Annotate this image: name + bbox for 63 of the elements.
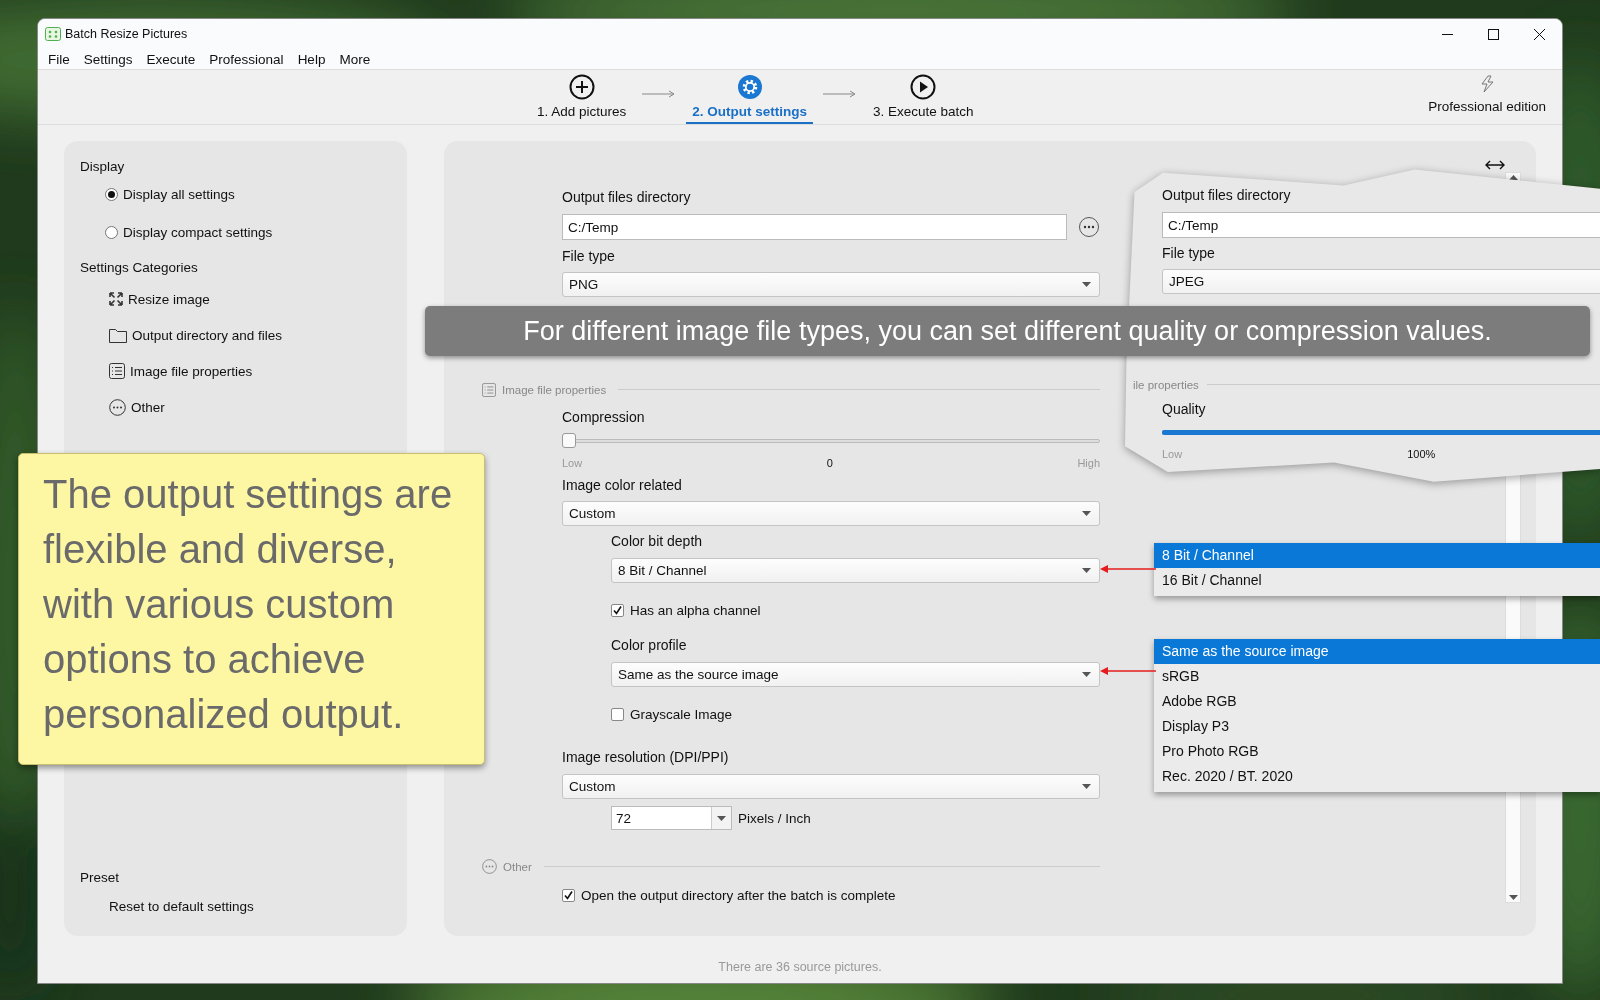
menu-item[interactable]: Professional (202, 51, 291, 67)
field-label: Output files directory (1162, 187, 1292, 204)
dropdown[interactable]: 8 Bit / Channel (611, 558, 1100, 583)
checkbox-label: Open the output directory after the batch is complete (581, 888, 896, 903)
step-tab[interactable]: 3. Execute batch (867, 74, 980, 124)
field-label: Image color related (562, 477, 683, 494)
step-tab[interactable]: 2. Output settings (686, 74, 814, 124)
checkbox-label: Grayscale Image (630, 707, 733, 722)
list-option[interactable]: 8 Bit / Channel (1154, 543, 1600, 568)
slider-value: 100% (1407, 447, 1436, 461)
field-label: File type (562, 248, 616, 265)
radio-option[interactable]: Display all settings (105, 184, 391, 204)
menu-item[interactable]: More (332, 51, 378, 67)
list-option[interactable]: Rec. 2020 / BT. 2020 (1154, 764, 1600, 789)
window-title: Batch Resize Pictures (65, 27, 188, 41)
input-field[interactable]: C:/Temp (562, 214, 1067, 240)
section-title: Settings Categories (80, 259, 199, 276)
slider-value: 0 (826, 456, 833, 470)
scale-label: Low (562, 456, 583, 470)
field-label: Quality (1162, 401, 1207, 418)
field-label: Color bit depth (611, 533, 704, 550)
edition-button[interactable]: Professional edition (1428, 75, 1546, 114)
banner-text: For different image file types, you can set different quality or compression values. (523, 315, 1492, 347)
menu-item[interactable]: Settings (76, 51, 140, 67)
list-option[interactable]: Display P3 (1154, 714, 1600, 739)
menu-item[interactable]: Help (290, 51, 333, 67)
category-link[interactable]: Other (109, 397, 391, 417)
scale-label: Low (1162, 447, 1183, 461)
list-option[interactable]: sRGB (1154, 664, 1600, 689)
list-option[interactable]: Same as the source image (1154, 639, 1600, 664)
section-label: ile properties (1133, 378, 1199, 391)
input-field[interactable]: C:/Temp (1162, 212, 1600, 238)
category-link[interactable]: Resize image (109, 289, 391, 309)
dropdown[interactable]: JPEG (1162, 269, 1600, 294)
section-label: Other (503, 860, 532, 873)
menu-item[interactable]: File (41, 51, 77, 67)
scale-label: High (1077, 456, 1100, 470)
unit-label: Pixels / Inch (738, 810, 811, 826)
category-link[interactable]: Image file properties (109, 361, 391, 381)
list-option[interactable]: 16 Bit / Channel (1154, 568, 1600, 593)
checkbox-label: Has an alpha channel (630, 603, 761, 618)
field-label: Compression (562, 409, 646, 426)
field-label: Color profile (611, 637, 688, 654)
list-option[interactable]: Adobe RGB (1154, 689, 1600, 714)
field-label: Image resolution (DPI/PPI) (562, 749, 730, 766)
status-text: There are 36 source pictures. (718, 959, 882, 976)
step-tab[interactable]: 1. Add pictures (531, 74, 633, 124)
dropdown[interactable]: PNG (562, 272, 1100, 297)
menu-item[interactable]: Execute (139, 51, 203, 67)
dropdown[interactable]: Same as the source image (611, 662, 1100, 687)
dropdown[interactable]: Custom (562, 774, 1100, 799)
list-option[interactable]: Pro Photo RGB (1154, 739, 1600, 764)
dropdown[interactable]: Custom (562, 501, 1100, 526)
field-label: File type (1162, 245, 1216, 262)
category-link[interactable]: Output directory and files (109, 325, 391, 345)
section-title: Display (80, 158, 126, 175)
section-title: Preset (80, 869, 121, 886)
field-label: Output files directory (562, 189, 692, 206)
radio-option[interactable]: Display compact settings (105, 222, 391, 242)
number-field[interactable]: 72 (611, 806, 732, 830)
reset-link[interactable]: Reset to default settings (109, 896, 391, 916)
section-label: Image file properties (502, 383, 607, 396)
note-card: The output settings are flexible and diverse, with various custom options to achieve personalized output. (18, 453, 485, 765)
